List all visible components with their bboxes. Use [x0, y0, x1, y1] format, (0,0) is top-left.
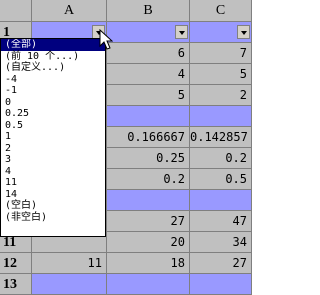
column-header-b[interactable]: B — [107, 0, 190, 22]
column-header-a[interactable]: A — [32, 0, 107, 22]
filter-option[interactable]: (前 10 个...) — [1, 51, 105, 63]
cell-b7[interactable]: 0.25 — [107, 148, 190, 169]
autofilter-dropdown-button-c[interactable] — [237, 25, 250, 39]
filter-option[interactable]: 3 — [1, 154, 105, 166]
autofilter-dropdown-button-b[interactable] — [175, 25, 188, 39]
cell-c3[interactable]: 5 — [190, 64, 252, 85]
filter-option[interactable]: (自定义...) — [1, 62, 105, 74]
cell-b11[interactable]: 20 — [107, 232, 190, 253]
cell-b2[interactable]: 6 — [107, 43, 190, 64]
filter-option[interactable]: -4 — [1, 74, 105, 86]
cell-b10[interactable]: 27 — [107, 211, 190, 232]
cell-b9[interactable] — [107, 190, 190, 211]
cell-b3[interactable]: 4 — [107, 64, 190, 85]
cell-c8[interactable]: 0.5 — [190, 169, 252, 190]
filter-option[interactable]: -1 — [1, 85, 105, 97]
select-all-corner[interactable] — [0, 0, 32, 22]
filter-option[interactable]: 4 — [1, 166, 105, 178]
filter-option[interactable]: 2 — [1, 143, 105, 155]
filter-option[interactable]: 0 — [1, 97, 105, 109]
cell-a13[interactable] — [32, 274, 107, 295]
filter-option[interactable]: (空白) — [1, 200, 105, 212]
cell-b4[interactable]: 5 — [107, 85, 190, 106]
filter-option[interactable]: 11 — [1, 177, 105, 189]
autofilter-dropdown-list[interactable]: (全部) (前 10 个...) (自定义...) -4 -1 0 0.25 0.5 1 2 3 4 1… — [0, 38, 106, 237]
filter-option[interactable]: (非空白) — [1, 212, 105, 224]
mouse-pointer-icon — [99, 29, 113, 50]
column-header-c[interactable]: C — [190, 0, 252, 22]
cell-b8[interactable]: 0.2 — [107, 169, 190, 190]
filter-option[interactable]: 14 — [1, 189, 105, 201]
cell-b13[interactable] — [107, 274, 190, 295]
cell-c7[interactable]: 0.2 — [190, 148, 252, 169]
cell-c4[interactable]: 2 — [190, 85, 252, 106]
cell-c5[interactable] — [190, 106, 252, 127]
filter-option[interactable]: 0.5 — [1, 120, 105, 132]
cell-b5[interactable] — [107, 106, 190, 127]
cell-b12[interactable]: 18 — [107, 253, 190, 274]
cell-b6[interactable]: 0.166667 — [107, 127, 190, 148]
cell-c11[interactable]: 34 — [190, 232, 252, 253]
cell-a12[interactable]: 11 — [32, 253, 107, 274]
filter-option[interactable]: (全部) — [1, 39, 105, 51]
cell-c9[interactable] — [190, 190, 252, 211]
filter-option[interactable]: 1 — [1, 131, 105, 143]
row-header-12[interactable]: 12 — [0, 253, 32, 274]
cell-c12[interactable]: 27 — [190, 253, 252, 274]
spreadsheet-grid: A B C 1267345452560.1666670.14285770.250… — [0, 0, 252, 295]
cell-c2[interactable]: 7 — [190, 43, 252, 64]
row-header-13[interactable]: 13 — [0, 274, 32, 295]
filter-option[interactable]: 0.25 — [1, 108, 105, 120]
cell-c13[interactable] — [190, 274, 252, 295]
cell-c10[interactable]: 47 — [190, 211, 252, 232]
cell-c6[interactable]: 0.142857 — [190, 127, 252, 148]
